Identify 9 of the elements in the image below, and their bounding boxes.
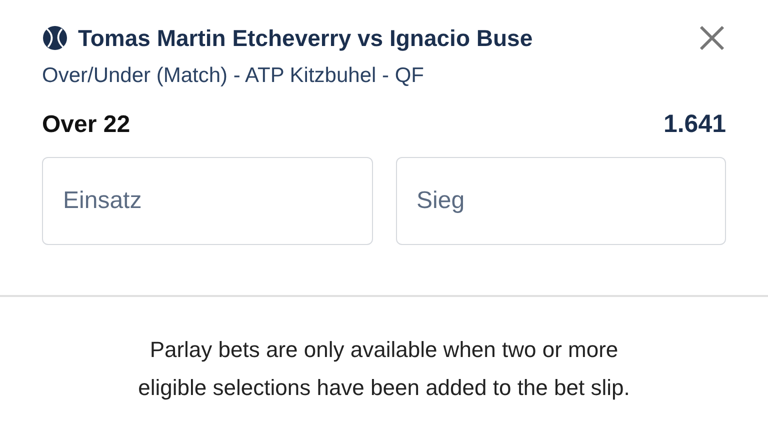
win-field[interactable]: Sieg [396, 157, 726, 245]
parlay-notice: Parlay bets are only available when two or more eligible selections have been added to the bet slip. [137, 336, 631, 402]
close-button[interactable] [698, 24, 726, 52]
odds-value: 1.641 [663, 110, 726, 139]
market-label: Over/Under (Match) - ATP Kitzbuhel - QF [42, 64, 425, 88]
selection-label: Over 22 [42, 111, 130, 139]
match-title: Tomas Martin Etcheverry vs Ignacio Buse [78, 24, 534, 52]
tennis-ball-icon [42, 25, 68, 51]
stake-field[interactable]: Einsatz [42, 157, 372, 245]
